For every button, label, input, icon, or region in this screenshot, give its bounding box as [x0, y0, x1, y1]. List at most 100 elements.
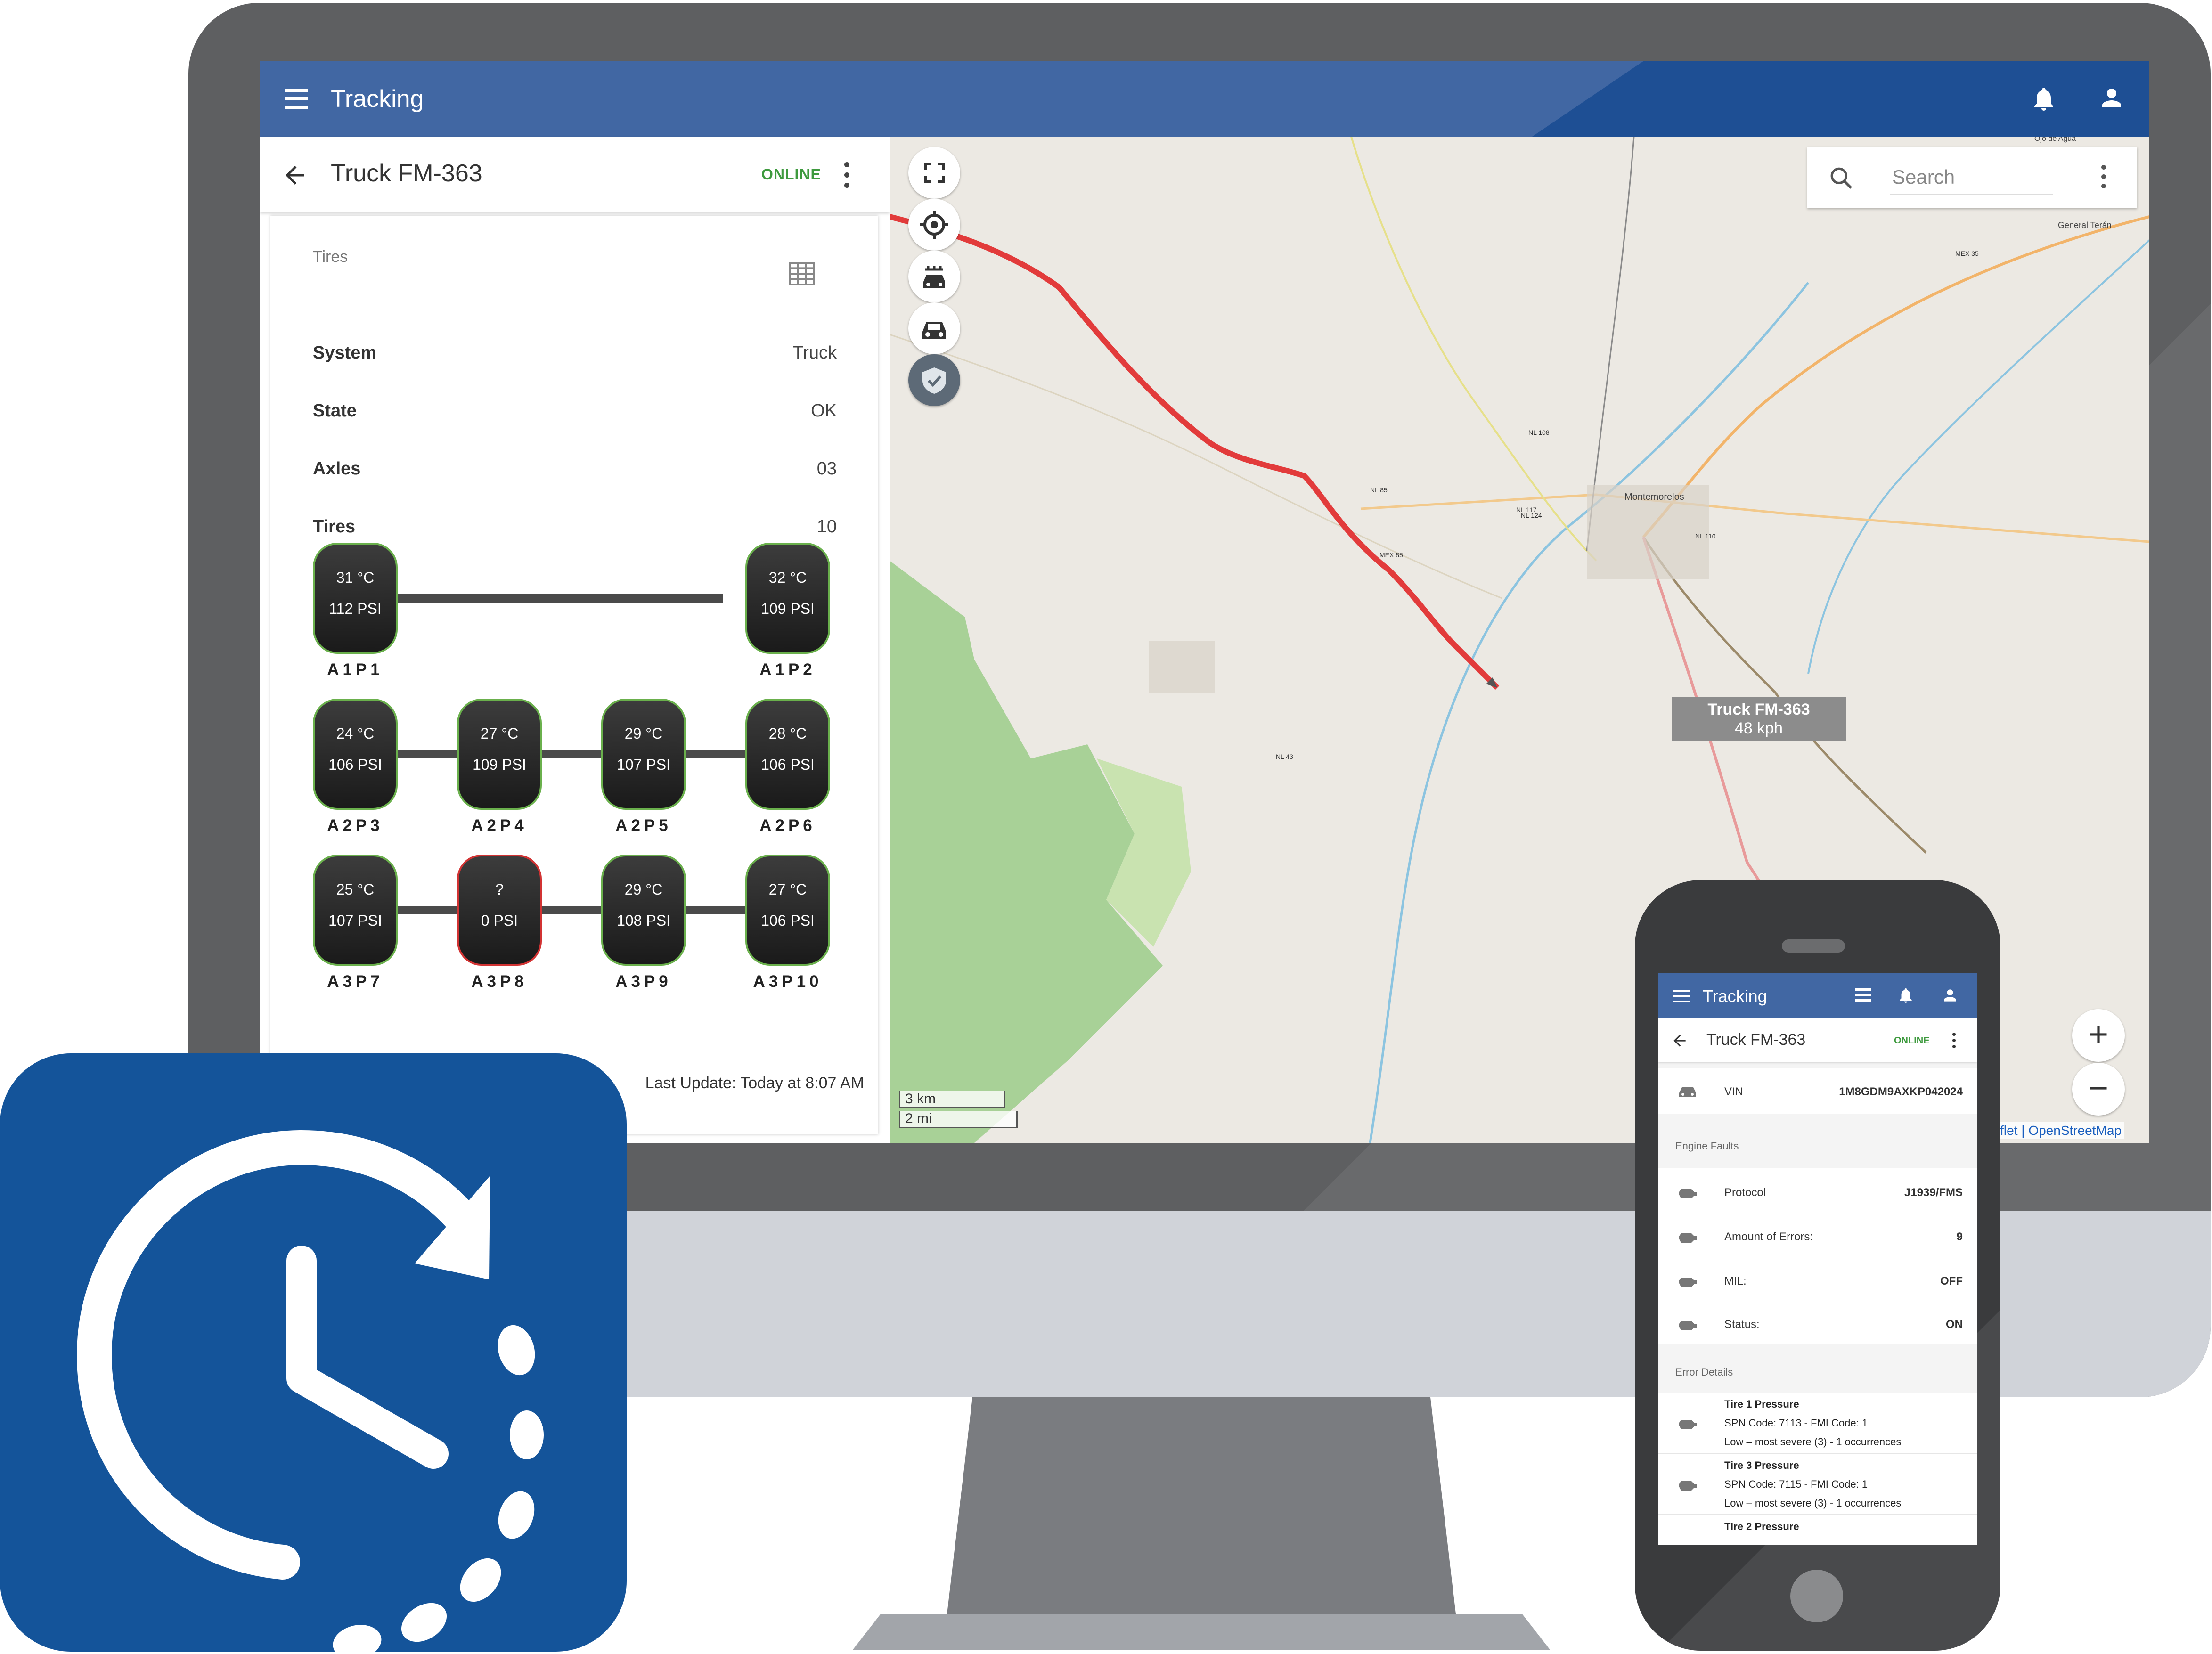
phone-more-icon[interactable]	[1952, 1033, 1956, 1048]
axles-value: 03	[816, 459, 837, 479]
search-underline	[1890, 194, 2053, 195]
mil-label: MIL:	[1724, 1275, 1747, 1287]
tire-label: A3P8	[471, 972, 528, 991]
phone-bell-icon[interactable]	[1897, 986, 1915, 1004]
vehicle-header: Truck FM-363 ONLINE	[260, 137, 890, 212]
tire-temp: 27 °C	[768, 881, 807, 898]
search-placeholder: Search	[1892, 166, 1955, 188]
tire-a2p4[interactable]: 27 °C 109 PSI	[457, 699, 542, 810]
tire-label: A3P9	[615, 972, 672, 991]
engine-status-label: Status:	[1724, 1318, 1760, 1331]
tire-temp: 29 °C	[624, 725, 663, 742]
tire-pressure: 107 PSI	[328, 912, 382, 929]
zoom-in-button[interactable]: +	[2072, 1009, 2125, 1062]
popup-speed: 48 kph	[1734, 719, 1783, 737]
tire-temp: 28 °C	[768, 725, 807, 742]
axle-3-line	[398, 906, 746, 914]
back-arrow-icon[interactable]	[281, 161, 309, 189]
tire-temp: 31 °C	[336, 569, 375, 586]
phone-top-bar: Tracking	[1658, 973, 1977, 1018]
phone-list-icon[interactable]	[1855, 988, 1871, 1002]
engine-warning-icon	[1679, 1481, 1697, 1491]
errors-count-value: 9	[1956, 1230, 1963, 1243]
car-icon	[922, 322, 946, 339]
error-item[interactable]: Tire 2 Pressure	[1658, 1515, 1977, 1545]
road-label: NL 43	[1276, 753, 1293, 760]
phone-app-title: Tracking	[1703, 986, 1767, 1006]
more-options-icon[interactable]	[844, 162, 850, 188]
shield-check-icon	[922, 367, 946, 394]
axle-2-line	[398, 750, 746, 758]
road-label: NL 108	[1528, 429, 1550, 436]
error-codes: SPN Code: 7113 - FMI Code: 1	[1724, 1417, 1868, 1429]
error-title: Tire 1 Pressure	[1724, 1398, 1799, 1410]
engine-icon	[1679, 1321, 1697, 1330]
tire-pressure: 109 PSI	[473, 756, 526, 773]
place-label: General Terán	[2058, 220, 2112, 230]
tire-a1p1[interactable]: 31 °C 112 PSI	[313, 543, 398, 654]
phone-vehicle-title: Truck FM-363	[1706, 1031, 1806, 1049]
phone-hamburger-icon[interactable]	[1673, 990, 1690, 1002]
tire-a3p7[interactable]: 25 °C 107 PSI	[313, 855, 398, 966]
zoom-out-button[interactable]: −	[2072, 1063, 2125, 1116]
fullscreen-icon	[924, 163, 945, 183]
tire-label: A2P3	[327, 816, 384, 835]
tire-pressure: 108 PSI	[617, 912, 670, 929]
vehicle-button[interactable]	[908, 302, 960, 354]
map-attribution[interactable]: eaflet | OpenStreetMap	[1983, 1122, 2124, 1139]
fleet-button[interactable]	[908, 251, 960, 302]
fullscreen-button[interactable]	[908, 147, 960, 199]
engine-faults-list: Protocol J1939/FMS Amount of Errors: 9 M…	[1658, 1168, 1977, 1344]
search-more-icon[interactable]	[2101, 165, 2107, 188]
place-label: Ojo de Agua	[2034, 137, 2076, 143]
search-icon	[1830, 167, 1852, 189]
vin-value: 1M8GDM9AXKP042024	[1839, 1085, 1963, 1098]
locate-button[interactable]	[908, 199, 960, 251]
road-label: NL 110	[1695, 532, 1716, 540]
app-title: Tracking	[331, 85, 424, 113]
scale-mi: 2 mi	[899, 1111, 1018, 1128]
phone-back-arrow-icon[interactable]	[1671, 1032, 1689, 1050]
hamburger-menu-icon[interactable]	[285, 89, 308, 109]
protocol-value: J1939/FMS	[1904, 1186, 1963, 1199]
tire-label: A1P2	[759, 660, 816, 679]
tire-a3p8-alert[interactable]: ? 0 PSI	[457, 855, 542, 966]
error-title: Tire 3 Pressure	[1724, 1459, 1799, 1471]
axle-1-line	[398, 594, 723, 603]
tire-label: A2P6	[759, 816, 816, 835]
tire-a2p5[interactable]: 29 °C 107 PSI	[601, 699, 686, 810]
system-label: System	[313, 343, 377, 363]
phone-screen: Tracking Truck FM-363 ONLINE VIN 1M8GDM9…	[1658, 973, 1977, 1545]
grid-view-icon[interactable]	[789, 262, 815, 285]
tire-a2p3[interactable]: 24 °C 106 PSI	[313, 699, 398, 810]
user-account-icon[interactable]	[2098, 84, 2126, 112]
road-label: NL 124	[1521, 512, 1542, 519]
phone-user-icon[interactable]	[1941, 986, 1959, 1004]
tire-label: A2P4	[471, 816, 528, 835]
tire-a2p6[interactable]: 28 °C 106 PSI	[745, 699, 830, 810]
tire-pressure: 112 PSI	[329, 600, 382, 617]
history-app-icon	[0, 1053, 627, 1654]
phone-home-button[interactable]	[1790, 1570, 1843, 1622]
tire-temp: 32 °C	[768, 569, 807, 586]
error-item[interactable]: Tire 3 Pressure SPN Code: 7115 - FMI Cod…	[1658, 1454, 1977, 1515]
notification-bell-icon[interactable]	[2030, 85, 2058, 113]
truck-popup[interactable]: Truck FM-363 48 kph	[1672, 697, 1846, 741]
tire-label: A2P5	[615, 816, 672, 835]
geofence-button[interactable]	[908, 354, 960, 406]
engine-icon	[1679, 1233, 1697, 1243]
axles-label: Axles	[313, 459, 361, 479]
tire-temp: 29 °C	[624, 881, 663, 898]
engine-warning-icon	[1679, 1420, 1697, 1429]
tire-a3p10[interactable]: 27 °C 106 PSI	[745, 855, 830, 966]
status-badge: ONLINE	[761, 166, 821, 183]
tire-a3p9[interactable]: 29 °C 108 PSI	[601, 855, 686, 966]
state-label: State	[313, 401, 357, 421]
error-item[interactable]: Tire 1 Pressure SPN Code: 7113 - FMI Cod…	[1658, 1393, 1977, 1454]
map-search-box[interactable]: Search	[1807, 147, 2137, 208]
tire-a1p2[interactable]: 32 °C 109 PSI	[745, 543, 830, 654]
vehicle-title: Truck FM-363	[331, 160, 482, 187]
road-label: MEX 35	[1955, 250, 1979, 257]
tire-pressure: 109 PSI	[761, 600, 815, 617]
protocol-label: Protocol	[1724, 1186, 1766, 1199]
